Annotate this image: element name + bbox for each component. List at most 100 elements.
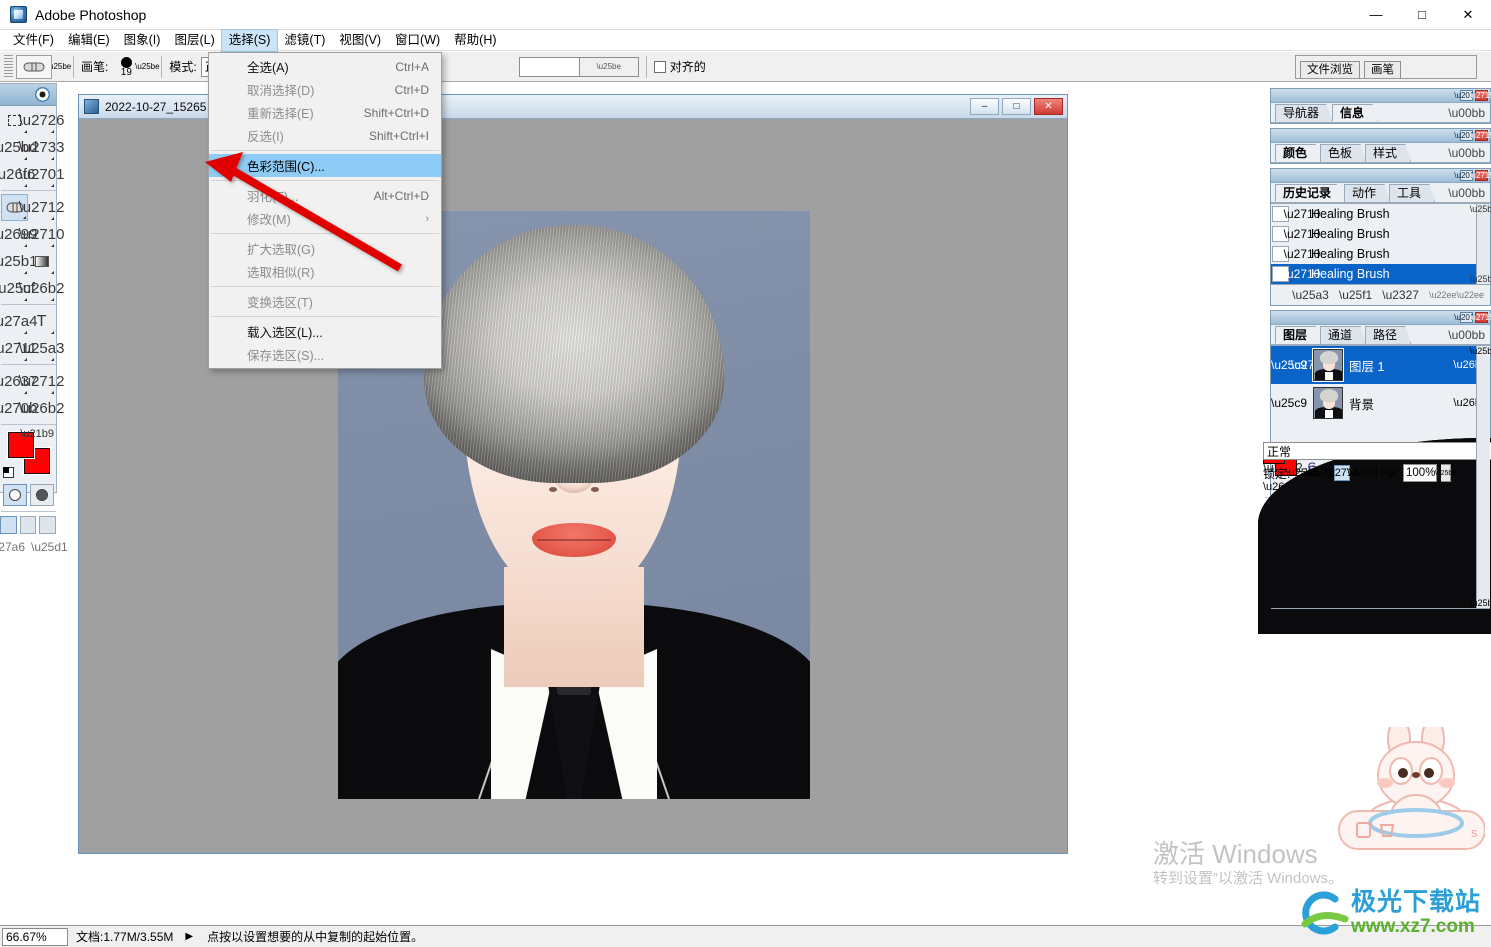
zoom-tool[interactable]: \u26b2 — [19, 395, 65, 422]
jump-to-app-icon[interactable]: \u25d1 — [31, 540, 68, 554]
history-brush-tool[interactable]: \u2710 — [19, 221, 64, 248]
tab-navigator[interactable]: 导航器 — [1275, 104, 1334, 122]
fullscreen-mode-button[interactable] — [39, 516, 57, 534]
tab-info[interactable]: 信息 — [1332, 104, 1379, 122]
tab-layers[interactable]: 图层 — [1275, 326, 1322, 344]
standard-mode-button[interactable] — [2, 484, 27, 506]
menu-item-select-all[interactable]: 全选(A) Ctrl+A — [209, 55, 441, 78]
dodge-tool[interactable]: \u26b2 — [19, 275, 64, 302]
slice-tool[interactable]: \u2701 — [19, 161, 64, 188]
menu-item-similar[interactable]: 选取相似(R) — [209, 260, 441, 283]
panel-menu-icon[interactable]: \u00bb — [1448, 146, 1485, 160]
close-icon[interactable]: \u2715 — [1469, 130, 1491, 141]
tool-preset-dropdown[interactable]: \u25be — [47, 55, 71, 79]
palette-well-tab-brushes[interactable]: 画笔 — [1364, 60, 1401, 78]
checkbox-box[interactable] — [653, 60, 666, 73]
palette-well-tab-file-browser[interactable]: 文件浏览 — [1300, 60, 1360, 78]
source-field[interactable] — [518, 56, 579, 77]
history-item[interactable]: \u2710 Healing Brush — [1271, 224, 1490, 244]
fullscreen-menubar-mode-button[interactable] — [19, 516, 37, 534]
menu-window[interactable]: 窗口(W) — [388, 30, 447, 51]
history-scrollbar[interactable]: \u25b2 \u25bc — [1470, 204, 1491, 284]
healing-brush-icon[interactable] — [16, 54, 52, 79]
toolbox-header[interactable] — [0, 84, 56, 106]
scroll-down-icon[interactable]: \u25bc — [1470, 598, 1491, 608]
document-minimize-button[interactable]: – — [970, 98, 999, 115]
menu-layer[interactable]: 图层(L) — [167, 30, 221, 51]
options-bar-grip[interactable] — [4, 54, 13, 79]
layers-panel-titlebar[interactable]: \u2013 \u2715 — [1271, 311, 1491, 325]
tab-styles[interactable]: 样式 — [1365, 144, 1412, 162]
menu-item-load-selection[interactable]: 载入选区(L)... — [209, 320, 441, 343]
layer-active-brush-icon[interactable]: \u2712 — [1291, 358, 1328, 372]
tab-color[interactable]: 颜色 — [1275, 144, 1322, 162]
scroll-down-icon[interactable]: \u25bc — [1470, 274, 1491, 284]
default-colors-icon[interactable] — [3, 467, 14, 478]
layer-row-layer1[interactable]: \u25c9 \u2712 图层 1 \u26bf — [1271, 346, 1490, 384]
color-panel-titlebar[interactable]: \u2013 \u2715 — [1271, 129, 1491, 143]
layers-scrollbar[interactable]: \u25b2 \u25bc — [1470, 346, 1491, 608]
snapshot-icon[interactable]: \u25f1 — [1339, 288, 1372, 302]
history-item-selected[interactable]: \u2710 Healing Brush — [1271, 264, 1490, 284]
paintbrush-tool[interactable]: \u2712 — [19, 194, 64, 221]
move-tool[interactable]: \u2726 — [19, 107, 64, 134]
layer-visibility-icon[interactable]: \u25c9 — [1271, 396, 1307, 410]
tab-actions[interactable]: 动作 — [1344, 184, 1391, 202]
tab-history[interactable]: 历史记录 — [1275, 184, 1346, 202]
panel-resize-grip[interactable]: \u22ee\u22ee — [1429, 290, 1484, 300]
menu-item-grow[interactable]: 扩大选取(G) — [209, 237, 441, 260]
menu-item-feather[interactable]: 羽化(F)... Alt+Ctrl+D — [209, 184, 441, 207]
document-restore-button[interactable]: □ — [1002, 98, 1031, 115]
aligned-checkbox[interactable]: 对齐的 — [653, 58, 706, 75]
brush-dropdown[interactable]: \u25be — [135, 55, 159, 79]
menu-item-color-range[interactable]: 色彩范围(C)... — [209, 154, 441, 177]
menu-item-deselect[interactable]: 取消选择(D) Ctrl+D — [209, 78, 441, 101]
layer-row-background[interactable]: \u25c9 背景 \u26bf — [1271, 384, 1490, 422]
window-minimize-button[interactable]: — — [1353, 0, 1399, 30]
menu-item-reselect[interactable]: 重新选择(E) Shift+Ctrl+D — [209, 101, 441, 124]
menu-item-inverse[interactable]: 反选(I) Shift+Ctrl+I — [209, 124, 441, 147]
tab-tool-presets[interactable]: 工具 — [1389, 184, 1436, 202]
close-icon[interactable]: \u2715 — [1469, 90, 1491, 101]
type-tool[interactable]: T — [28, 308, 55, 335]
layer-visibility-icon[interactable]: \u25c9 — [1271, 358, 1307, 372]
eraser-tool[interactable]: \u25b1 — [0, 248, 37, 275]
eyedropper-tool[interactable]: \u2712 — [19, 368, 64, 395]
rectangle-tool[interactable]: \u25a3 — [19, 335, 64, 362]
menu-item-modify[interactable]: 修改(M) › — [209, 207, 441, 230]
window-maximize-button[interactable]: □ — [1399, 0, 1445, 30]
new-document-icon[interactable]: \u25a3 — [1292, 288, 1329, 302]
swap-colors-icon[interactable]: \u21b9 — [20, 428, 54, 440]
menu-view[interactable]: 视图(V) — [332, 30, 388, 51]
tab-channels[interactable]: 通道 — [1320, 326, 1367, 344]
panel-menu-icon[interactable]: \u00bb — [1448, 186, 1485, 200]
menu-item-save-selection[interactable]: 保存选区(S)... — [209, 343, 441, 366]
panel-menu-icon[interactable]: \u00bb — [1448, 106, 1485, 120]
source-dropdown[interactable]: \u25be — [578, 56, 639, 77]
history-item[interactable]: \u2710 Healing Brush — [1271, 204, 1490, 224]
delete-icon[interactable]: \u2327 — [1382, 288, 1419, 302]
menu-image[interactable]: 图象(I) — [117, 30, 168, 51]
magic-wand-tool[interactable]: \u2733 — [19, 134, 64, 161]
history-panel-titlebar[interactable]: \u2013 \u2715 — [1271, 169, 1491, 183]
close-icon[interactable]: \u2715 — [1469, 312, 1491, 323]
jump-to-imageready-icon[interactable]: \u27a6 — [0, 540, 25, 554]
quick-mask-mode-button[interactable] — [29, 484, 54, 506]
menu-filter[interactable]: 滤镜(T) — [277, 30, 332, 51]
gradient-tool[interactable] — [28, 248, 55, 275]
status-menu-arrow-icon[interactable]: ▶ — [185, 931, 193, 942]
window-close-button[interactable]: ✕ — [1445, 0, 1491, 30]
history-item[interactable]: \u2710 Healing Brush — [1271, 244, 1490, 264]
zoom-level-field[interactable]: 66.67% — [2, 927, 68, 946]
standard-screen-mode-button[interactable] — [0, 516, 17, 534]
menu-edit[interactable]: 编辑(E) — [61, 30, 117, 51]
scroll-up-icon[interactable]: \u25b2 — [1470, 346, 1491, 356]
tab-swatches[interactable]: 色板 — [1320, 144, 1367, 162]
close-icon[interactable]: \u2715 — [1469, 170, 1491, 181]
layer-thumbnail[interactable] — [1312, 348, 1344, 382]
panel-menu-icon[interactable]: \u00bb — [1448, 328, 1485, 342]
tab-paths[interactable]: 路径 — [1365, 326, 1412, 344]
document-close-button[interactable]: ✕ — [1034, 98, 1063, 115]
menu-item-transform-selection[interactable]: 变换选区(T) — [209, 290, 441, 313]
info-panel-titlebar[interactable]: \u2013 \u2715 — [1271, 89, 1491, 103]
